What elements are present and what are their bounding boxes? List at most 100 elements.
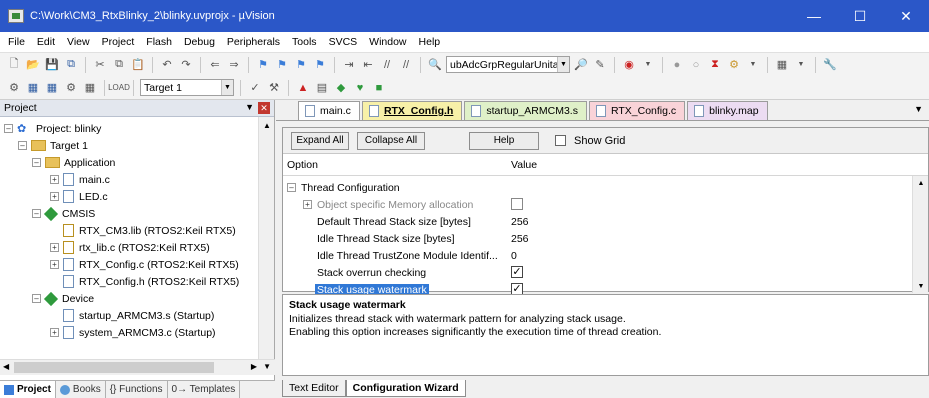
option-checkbox[interactable] [511,198,523,210]
paste-icon[interactable]: 📋 [130,57,146,73]
option-value[interactable]: 256 [511,233,529,245]
next-bookmark-icon[interactable]: ⚑ [293,57,309,73]
new-file-icon[interactable]: 🗋 [6,57,22,73]
option-row-section[interactable]: – Thread Configuration [283,179,913,196]
option-checkbox-checked[interactable]: ✓ [511,266,523,278]
collapse-icon[interactable]: – [4,124,13,133]
option-row[interactable]: Stack overrun checking ✓ [283,264,913,281]
tree-item-file[interactable]: RTX_Config.h (RTOS2:Keil RTX5) [63,273,239,290]
collapse-icon[interactable]: – [18,141,27,150]
prev-bookmark-icon[interactable]: ⚑ [274,57,290,73]
tab-rtx-config-c[interactable]: RTX_Config.c [588,101,686,120]
tree-item-file[interactable]: startup_ARMCM3.s (Startup) [63,307,214,324]
incremental-find-icon[interactable]: ✎ [592,57,608,73]
tree-item-group-device[interactable]: – Device [32,290,94,307]
menu-edit[interactable]: Edit [31,36,61,48]
device-db-icon[interactable]: ■ [371,80,387,96]
open-folder-icon[interactable]: 📂 [25,57,41,73]
menu-view[interactable]: View [61,36,96,48]
tab-list-dropdown-icon[interactable]: ▼ [914,104,923,114]
find-icon[interactable]: 🔎 [573,57,589,73]
option-row[interactable]: Idle Thread TrustZone Module Identif... … [283,247,913,264]
collapse-all-button[interactable]: Collapse All [357,131,425,150]
save-all-icon[interactable]: ⧉ [63,57,79,73]
minimize-button[interactable]: — [791,0,837,32]
unindent-icon[interactable]: ⇤ [360,57,376,73]
tab-startup-armcm3-s[interactable]: startup_ARMCM3.s [464,101,587,120]
redo-icon[interactable]: ↷ [178,57,194,73]
tab-rtx-config-h[interactable]: RTX_Config.h [361,101,463,120]
expand-icon[interactable]: + [50,328,59,337]
tab-main-c[interactable]: main.c [298,101,360,120]
maximize-button[interactable]: ☐ [837,0,883,32]
bookmark-icon[interactable]: ⚑ [255,57,271,73]
tab-templates[interactable]: 0→ Templates [168,381,241,398]
batch-build-icon[interactable]: ⚙ [63,80,79,96]
tree-item-file[interactable]: + LED.c [50,188,108,205]
wizard-vertical-scrollbar[interactable]: ▲ ▼ [912,176,928,293]
dropdown-icon[interactable]: ▼ [640,57,656,73]
menu-help[interactable]: Help [413,36,447,48]
rebuild-icon[interactable]: ▦ [44,80,60,96]
tree-item-file[interactable]: + RTX_Config.c (RTOS2:Keil RTX5) [50,256,239,273]
tree-item-file[interactable]: + rtx_lib.c (RTOS2:Keil RTX5) [50,239,210,256]
close-button[interactable]: ✕ [883,0,929,32]
indent-icon[interactable]: ⇥ [341,57,357,73]
expand-icon[interactable]: + [50,243,59,252]
tree-item-file[interactable]: RTX_CM3.lib (RTOS2:Keil RTX5) [63,222,236,239]
target-select[interactable]: Target 1 ▼ [140,79,234,96]
tree-horizontal-scrollbar[interactable]: ◀ ▶ ▼ [0,359,275,375]
clear-bookmarks-icon[interactable]: ⚑ [312,57,328,73]
option-value[interactable]: 256 [511,216,529,228]
menu-window[interactable]: Window [363,36,412,48]
expand-icon[interactable]: + [303,200,312,209]
target-options-icon[interactable]: ✓ [247,80,263,96]
download-icon[interactable]: LOAD [108,80,130,96]
tree-item-group-cmsis[interactable]: – CMSIS [32,205,95,222]
pack-installer-icon[interactable]: ◆ [333,80,349,96]
expand-icon[interactable]: + [50,260,59,269]
comment-icon[interactable]: // [379,57,395,73]
nav-forward-icon[interactable]: ⇒ [226,57,242,73]
tab-text-editor[interactable]: Text Editor [282,380,346,397]
expand-icon[interactable]: + [50,175,59,184]
close-panel-icon[interactable]: ✕ [258,102,270,114]
scroll-left-icon[interactable]: ◀ [3,362,9,371]
dropdown-icon[interactable]: ▼ [745,57,761,73]
tree-item-group-application[interactable]: – Application [32,154,115,171]
save-icon[interactable]: 💾 [44,57,60,73]
option-row[interactable]: Idle Thread Stack size [bytes] 256 [283,230,913,247]
scroll-down-icon[interactable]: ▼ [263,362,271,371]
file-extensions-icon[interactable]: ⚒ [266,80,282,96]
manage-run-time-icon[interactable]: ▲ [295,80,311,96]
tree-item-target[interactable]: – Target 1 [18,137,88,154]
tree-item-file[interactable]: + system_ARMCM3.c (Startup) [50,324,216,341]
select-packs-icon[interactable]: ▤ [314,80,330,96]
disable-breakpoint-icon[interactable]: ○ [688,57,704,73]
window-layout-icon[interactable]: ▦ [774,57,790,73]
menu-tools[interactable]: Tools [286,36,323,48]
nav-back-icon[interactable]: ⇐ [207,57,223,73]
option-row[interactable]: Default Thread Stack size [bytes] 256 [283,213,913,230]
tree-item-file[interactable]: + main.c [50,171,110,188]
dropdown-icon[interactable]: ▼ [793,57,809,73]
menu-file[interactable]: File [2,36,31,48]
build-icon[interactable]: ▦ [25,80,41,96]
scroll-down-icon[interactable]: ▼ [913,279,929,293]
menu-project[interactable]: Project [96,36,141,48]
tab-functions[interactable]: {} Functions [106,381,168,398]
tree-item-project[interactable]: – ✿ Project: blinky [4,120,101,137]
tab-project[interactable]: Project [0,381,56,398]
collapse-icon[interactable]: – [32,294,41,303]
undo-icon[interactable]: ↶ [159,57,175,73]
copy-icon[interactable]: ⧉ [111,57,127,73]
scroll-up-icon[interactable]: ▲ [259,117,275,133]
wrench-icon[interactable]: 🔧 [822,57,838,73]
menu-peripherals[interactable]: Peripherals [221,36,286,48]
cmsis-icon[interactable]: ♥ [352,80,368,96]
menu-debug[interactable]: Debug [178,36,221,48]
scroll-up-icon[interactable]: ▲ [913,176,929,190]
expand-all-button[interactable]: Expand All [291,131,349,150]
debug-session-icon[interactable]: ◉ [621,57,637,73]
tree-vertical-scrollbar[interactable]: ▲ [258,117,274,359]
